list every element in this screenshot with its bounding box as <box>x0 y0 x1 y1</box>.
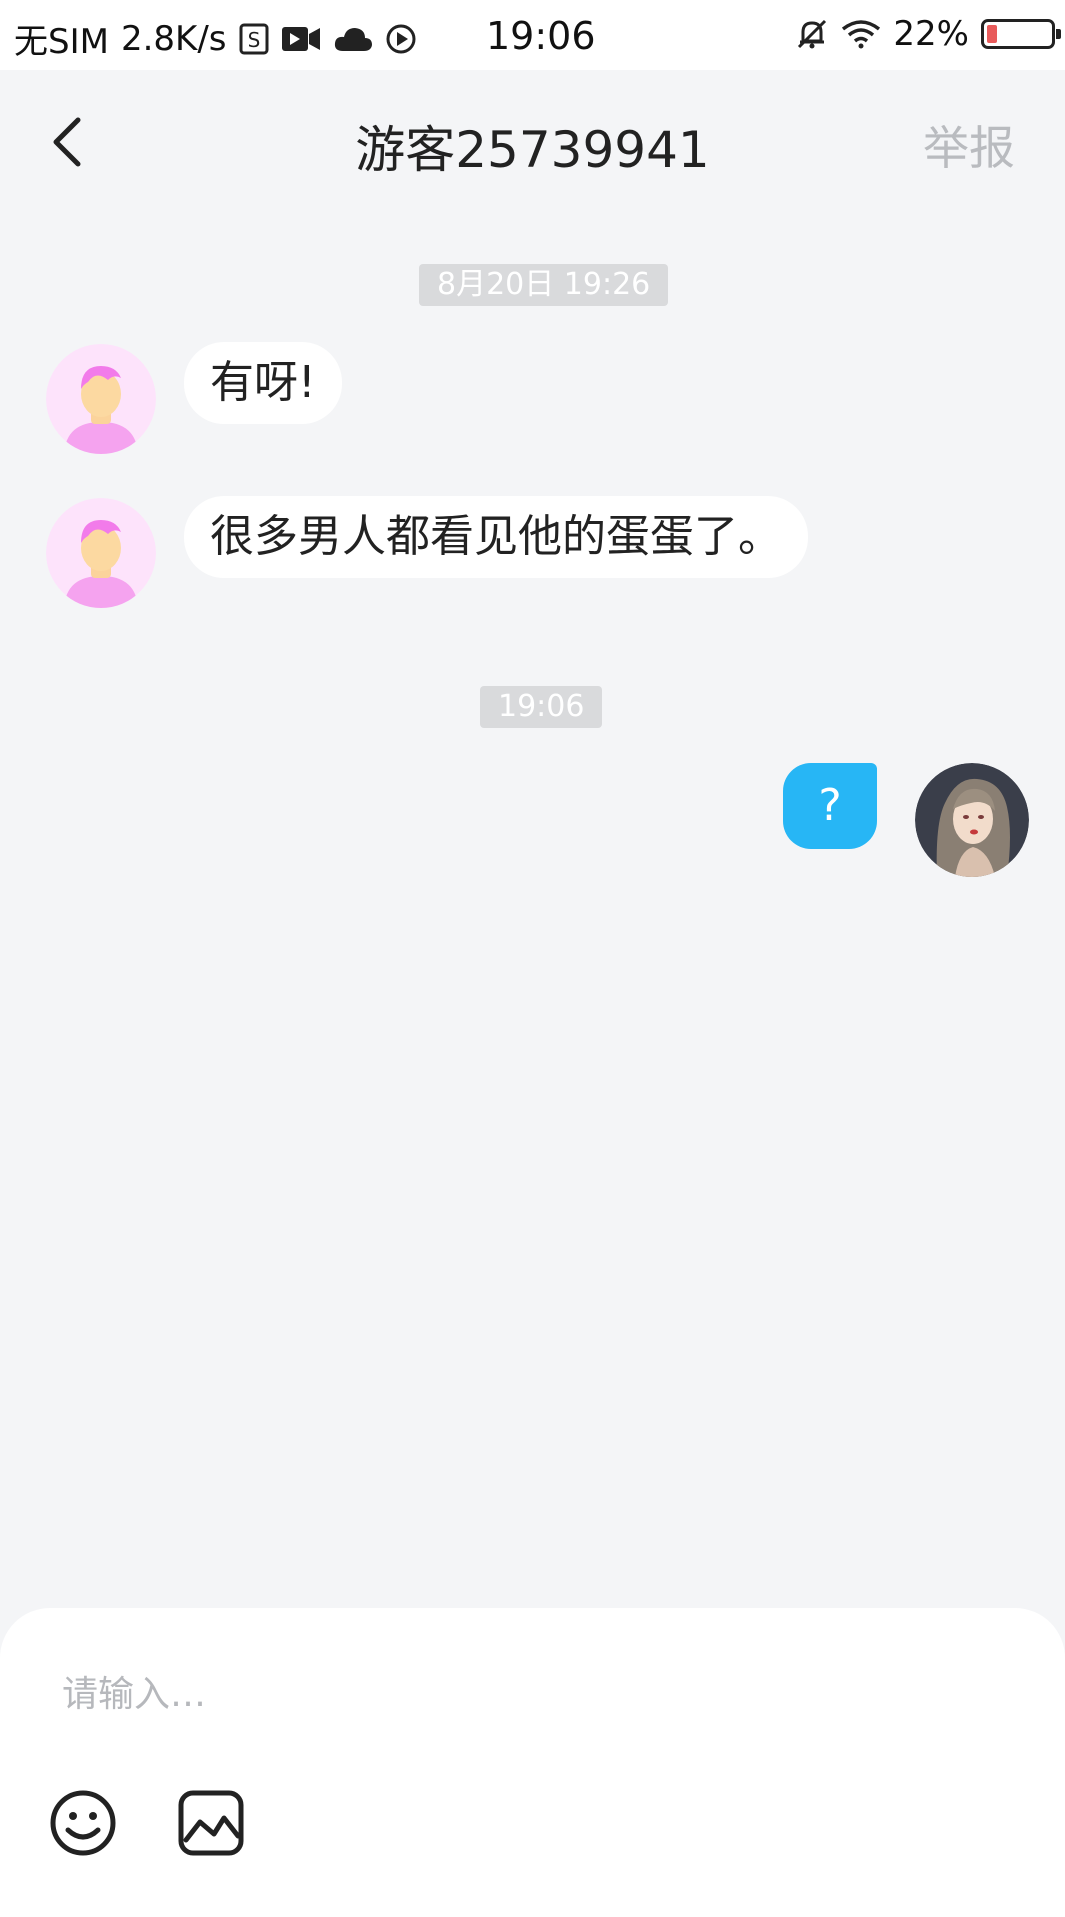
timestamp: 19:06 <box>480 686 603 728</box>
chat-header: 游客25739941 举报 <box>0 70 1065 215</box>
report-button[interactable]: 举报 <box>923 112 1015 178</box>
video-icon <box>281 24 321 54</box>
message-input[interactable] <box>60 1658 964 1730</box>
input-panel <box>0 1608 1065 1917</box>
wifi-icon <box>841 19 881 49</box>
default-avatar-icon <box>46 344 156 454</box>
status-bar-left: 无SIM 2.8K/s S <box>14 14 417 63</box>
page-title: 游客25739941 <box>355 121 710 179</box>
sim-card-icon: S <box>239 23 269 55</box>
image-button[interactable] <box>176 1788 246 1858</box>
network-speed: 2.8K/s <box>120 18 227 59</box>
battery-percent: 22% <box>893 14 969 54</box>
avatar[interactable] <box>46 344 156 454</box>
user-portrait-avatar <box>915 763 1029 877</box>
play-circle-icon <box>385 23 417 55</box>
mute-bell-icon <box>795 17 829 51</box>
sim-status: 无SIM <box>14 22 109 62</box>
message-bubble: 很多男人都看见他的蛋蛋了。 <box>184 496 808 578</box>
avatar[interactable] <box>46 498 156 608</box>
emoji-button[interactable] <box>48 1788 118 1858</box>
clock: 19:06 <box>486 14 596 58</box>
my-message-bubble: ? <box>783 763 877 849</box>
message-bubble: 有呀! <box>184 342 342 424</box>
timestamp: 8月20日 19:26 <box>419 264 669 306</box>
default-avatar-icon <box>46 498 156 608</box>
my-avatar[interactable] <box>915 763 1029 877</box>
image-icon <box>178 1790 244 1856</box>
svg-text:S: S <box>247 28 260 52</box>
cloud-icon <box>333 25 373 53</box>
battery-icon <box>981 19 1061 49</box>
emoji-icon <box>50 1790 116 1856</box>
status-bar: 无SIM 2.8K/s S 19:06 22% <box>0 0 1065 70</box>
status-bar-right: 22% <box>795 14 1061 54</box>
